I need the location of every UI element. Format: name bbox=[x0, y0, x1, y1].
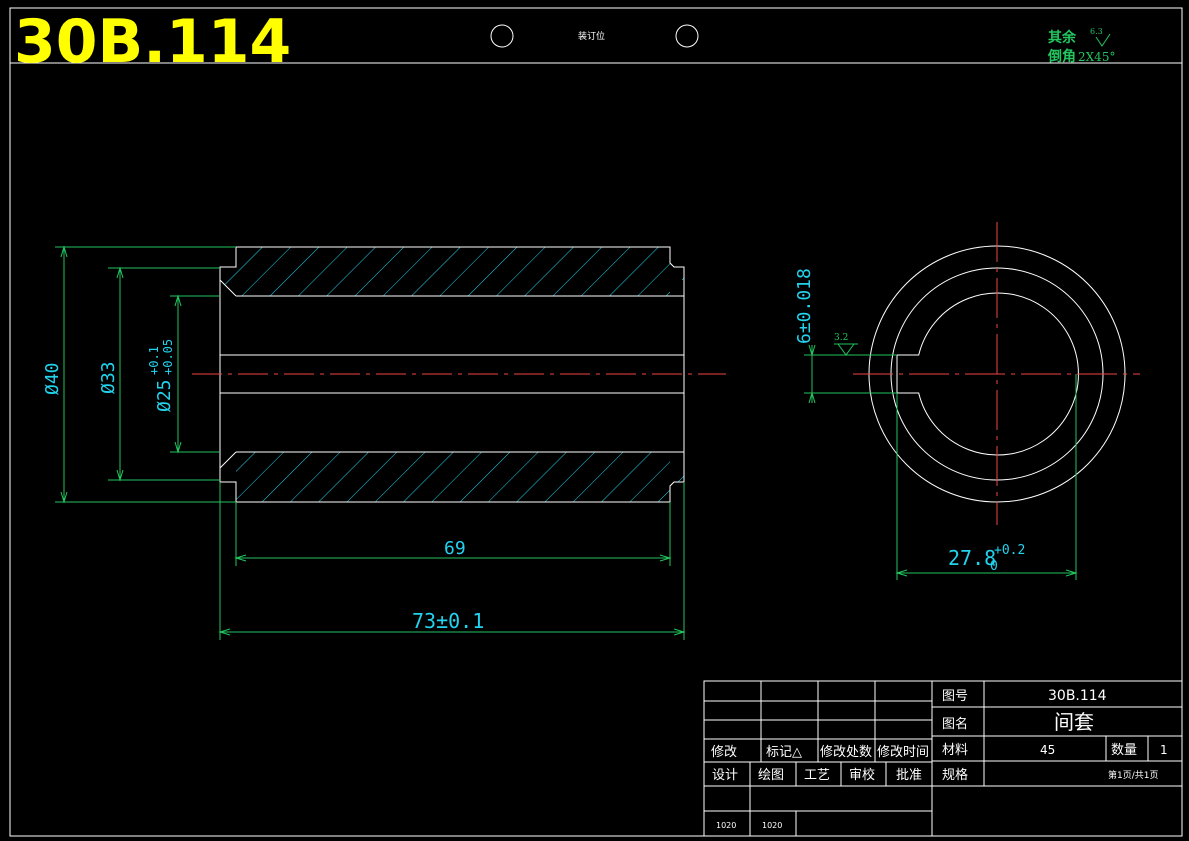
dim-outer-diameter: Ø40 bbox=[42, 362, 63, 395]
section-view bbox=[192, 246, 726, 503]
sign-approver: 批准 bbox=[896, 768, 922, 783]
section-hatch-bottom bbox=[220, 452, 684, 502]
chamfer-label: 倒角 bbox=[1047, 48, 1076, 65]
dim-length-inner: 69 bbox=[444, 538, 466, 559]
binding-label: 装订位 bbox=[578, 30, 605, 42]
material-label: 材料 bbox=[942, 743, 968, 758]
part-name-value: 间套 bbox=[1054, 710, 1094, 734]
section-hatch-top bbox=[220, 247, 684, 296]
dim-bore-tol-lower: +0.05 bbox=[161, 339, 175, 375]
rev-header-mark: 标记△ bbox=[766, 745, 802, 760]
sign-date-design: 1020 bbox=[716, 821, 736, 830]
sign-drafter: 绘图 bbox=[758, 768, 784, 783]
page-info: 第1页/共1页 bbox=[1108, 769, 1159, 781]
rev-header-modify: 修改 bbox=[711, 745, 737, 760]
dim-key-depth-tol-lower: 0 bbox=[990, 559, 998, 574]
quantity-label: 数量 bbox=[1111, 743, 1137, 758]
spec-label: 规格 bbox=[942, 767, 968, 783]
roughness-rest-label: 其余 bbox=[1048, 29, 1077, 46]
section-dimensions bbox=[55, 245, 686, 640]
dim-bore-diameter: Ø25 bbox=[154, 379, 175, 412]
binding-hole-right bbox=[675, 24, 699, 48]
part-name-label: 图名 bbox=[942, 716, 968, 732]
rev-header-time: 修改时间 bbox=[877, 745, 929, 760]
section-inner-bottom-chamfer bbox=[219, 451, 237, 469]
dim-step-diameter: Ø33 bbox=[98, 361, 119, 394]
sign-designer: 设计 bbox=[712, 768, 738, 783]
material-value: 45 bbox=[1040, 743, 1055, 757]
dim-key-depth-tol-upper: +0.2 bbox=[994, 543, 1025, 558]
chamfer-value: 2X45° bbox=[1078, 50, 1115, 64]
drawing-no-label: 图号 bbox=[942, 689, 968, 704]
quantity-value: 1 bbox=[1160, 743, 1168, 757]
end-view-dimensions bbox=[804, 343, 1078, 580]
dim-length-total: 73±0.1 bbox=[412, 609, 484, 633]
drawing-border bbox=[9, 7, 1183, 837]
sign-process: 工艺 bbox=[804, 768, 830, 783]
engineering-drawing: 30B.114 装订位 其余 6.3 倒角 2X45° Ø40 Ø33 Ø25 … bbox=[9, 7, 1183, 837]
sign-checker: 审校 bbox=[849, 767, 875, 783]
dim-bore-tol-upper: +0.1 bbox=[147, 346, 161, 375]
sign-date-draft: 1020 bbox=[762, 821, 782, 830]
end-view bbox=[853, 222, 1140, 525]
drawing-no-value: 30B.114 bbox=[1048, 688, 1107, 704]
rev-header-count: 修改处数 bbox=[820, 745, 872, 760]
dim-key-width: 6±0.018 bbox=[794, 268, 815, 344]
dim-key-depth: 27.8 bbox=[948, 546, 996, 570]
drawing-number-heading: 30B.114 bbox=[14, 7, 291, 77]
binding-hole-left bbox=[490, 24, 514, 48]
roughness-rest-value: 6.3 bbox=[1090, 27, 1103, 36]
dim-key-roughness: 3.2 bbox=[834, 333, 848, 343]
